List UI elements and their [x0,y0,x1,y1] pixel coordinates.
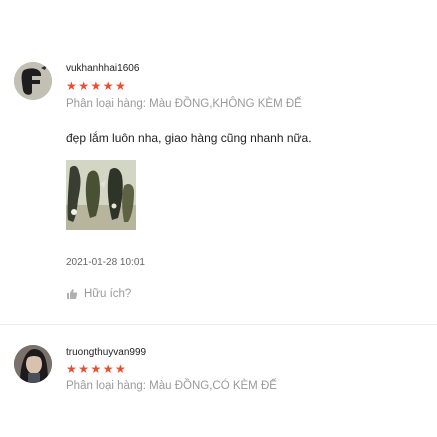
star-rating: ★★★★★ [66,79,128,93]
review-timestamp: 2021-01-28 10:01 [66,257,145,268]
product-variation: Phân loại hàng: Màu ĐỒNG,KHÔNG KÈM ĐẾ [66,98,302,110]
product-variation: Phân loại hàng: Màu ĐỒNG,CÓ KÈM ĐẾ [66,380,277,392]
thumbs-up-icon [67,289,78,299]
star-rating: ★★★★★ [66,362,128,376]
review-divider [0,324,437,325]
review-photo-image [66,160,136,230]
review-photo[interactable] [66,160,136,230]
helpful-button[interactable]: Hữu ích? [66,288,131,300]
helpful-label: Hữu ích? [84,288,132,300]
reviewer-username[interactable]: truongthuyvan999 [66,347,146,358]
reviewer-username[interactable]: vukhanhhai1606 [66,63,139,74]
avatar-image [14,62,52,100]
avatar[interactable] [14,345,52,383]
avatar[interactable] [14,62,52,100]
review-comment: đẹp lắm luôn nha, giao hàng cũng nhanh n… [66,131,312,145]
avatar-image [14,345,52,383]
